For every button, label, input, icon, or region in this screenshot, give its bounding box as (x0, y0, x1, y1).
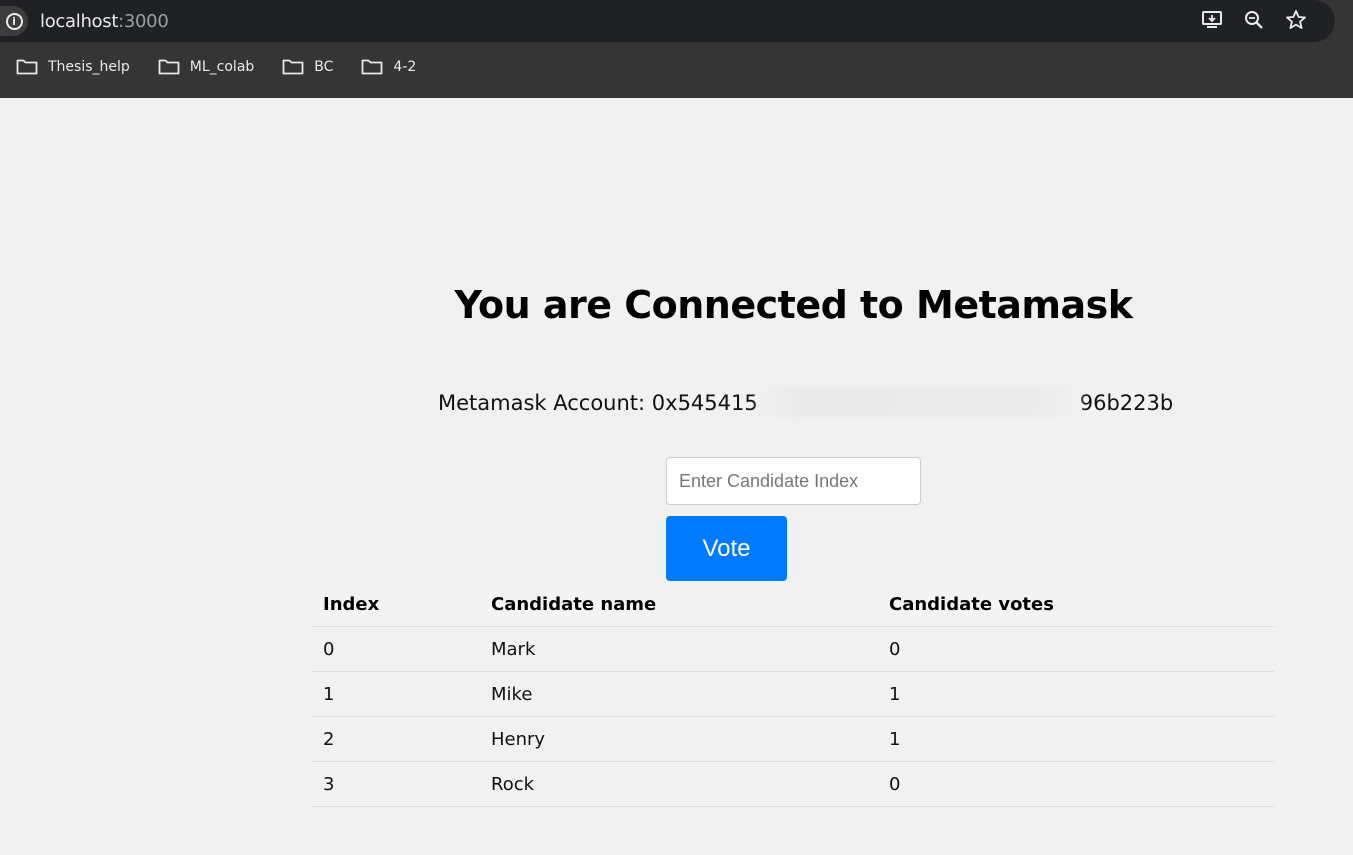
table-row: 1 Mike 1 (313, 671, 1274, 717)
account-suffix: 96b223b (1079, 391, 1174, 415)
bookmark-ml-colab[interactable]: ML_colab (158, 58, 255, 76)
page-title: You are Connected to Metamask (454, 283, 1133, 327)
url-port: :3000 (118, 11, 169, 32)
zoom-icon[interactable] (1243, 9, 1265, 31)
bookmark-label: 4-2 (393, 59, 417, 75)
column-header-votes: Candidate votes (879, 582, 1274, 627)
folder-icon (362, 59, 383, 75)
cell-votes: 1 (879, 716, 1274, 762)
metamask-account: Metamask Account: 0x545415 96b223b (438, 387, 1174, 417)
url-host: localhost (40, 11, 119, 32)
install-app-icon[interactable] (1201, 9, 1223, 31)
bookmark-label: Thesis_help (48, 59, 130, 75)
bookmarks-bar: Thesis_help ML_colab BC 4-2 (16, 58, 416, 76)
cell-index: 0 (313, 626, 481, 672)
address-bar[interactable]: i localhost:3000 (0, 0, 1335, 42)
candidates-table: Index Candidate name Candidate votes 0 M… (313, 582, 1274, 807)
bookmark-label: ML_colab (189, 59, 255, 75)
table-header-row: Index Candidate name Candidate votes (313, 582, 1274, 627)
table-row: 3 Rock 0 (313, 761, 1274, 807)
cell-votes: 0 (879, 626, 1274, 672)
redacted-region (753, 387, 1084, 417)
bookmark-4-2[interactable]: 4-2 (361, 58, 416, 76)
column-header-name: Candidate name (481, 582, 879, 627)
folder-icon (16, 59, 38, 75)
url-text[interactable]: localhost:3000 (40, 11, 169, 32)
cell-index: 3 (313, 761, 481, 807)
bookmark-label: BC (314, 59, 334, 75)
vote-button[interactable]: Vote (666, 516, 787, 581)
folder-icon (158, 59, 180, 75)
bookmark-thesis-help[interactable]: Thesis_help (16, 58, 130, 76)
cell-name: Mark (481, 626, 879, 672)
cell-index: 1 (313, 671, 481, 717)
folder-icon (282, 59, 304, 75)
browser-toolbar: i localhost:3000 Thesis_help ML_colab BC (0, 0, 1353, 98)
bookmark-bc[interactable]: BC (282, 58, 333, 76)
cell-votes: 0 (879, 761, 1274, 807)
cell-name: Mike (481, 671, 879, 717)
cell-name: Rock (481, 761, 879, 807)
site-info-button[interactable]: i (0, 6, 28, 36)
cell-index: 2 (313, 716, 481, 762)
cell-votes: 1 (879, 671, 1274, 717)
account-label: Metamask Account: 0x545415 (438, 391, 758, 415)
table-row: 0 Mark 0 (313, 626, 1274, 672)
column-header-index: Index (313, 582, 481, 627)
cell-name: Henry (481, 716, 879, 762)
info-icon: i (5, 12, 23, 30)
table-row: 2 Henry 1 (313, 716, 1274, 762)
candidate-index-input[interactable] (666, 457, 921, 505)
bookmark-star-icon[interactable] (1285, 9, 1307, 31)
